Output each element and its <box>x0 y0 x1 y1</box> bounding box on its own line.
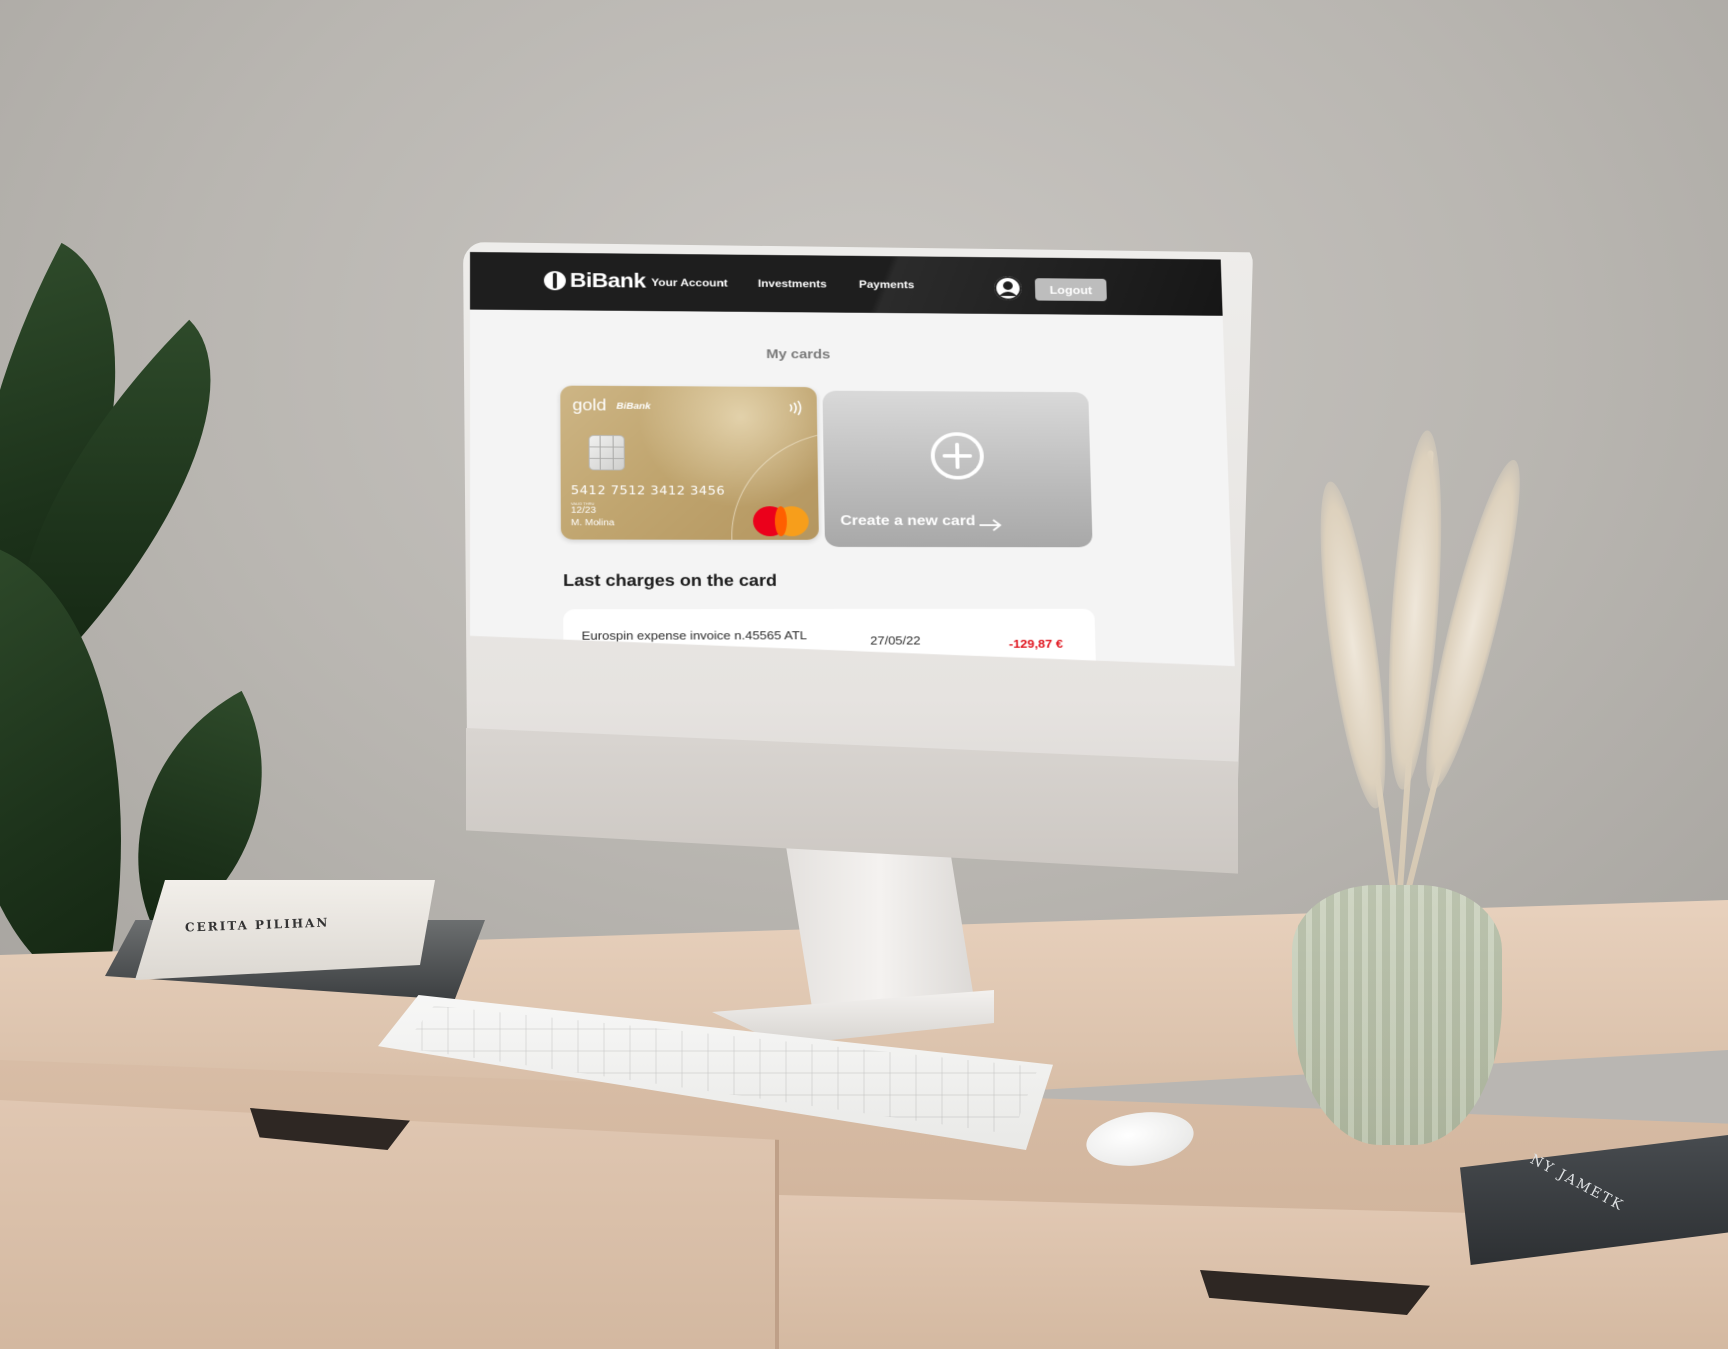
charge-amount: -129,87 € <box>1008 637 1064 651</box>
nav-your-account[interactable]: Your Account <box>651 276 728 289</box>
card-number: 5412 7512 3412 3456 <box>570 484 726 499</box>
arrow-right-icon <box>978 519 1002 531</box>
nav-payments[interactable]: Payments <box>859 278 915 291</box>
create-card-label: Create a new card <box>840 513 976 529</box>
mastercard-overlap <box>775 506 787 536</box>
top-navbar: BiBank Your Account Investments Payments… <box>470 252 1223 316</box>
card-bank: BiBank <box>616 401 651 412</box>
charge-description: Eurospin expense invoice n.45565 ATL <box>581 628 808 643</box>
card-tier: gold <box>572 396 607 414</box>
vase <box>1292 885 1502 1145</box>
screen: BiBank Your Account Investments Payments… <box>470 252 1236 705</box>
plus-circle-icon <box>929 431 985 480</box>
charge-date: 27/05/22 <box>870 633 921 648</box>
create-card-button[interactable]: Create a new card <box>822 391 1092 548</box>
logo-mark-icon <box>544 271 566 290</box>
chip-icon <box>589 435 625 470</box>
card-expiry: 12/23 <box>570 505 597 516</box>
page-title: My cards <box>766 346 831 362</box>
brand-name: BiBank <box>569 268 646 292</box>
charges-section-title: Last charges on the card <box>563 571 777 590</box>
gold-card[interactable]: gold BiBank 5412 7512 3412 3456 VALID TH… <box>560 386 819 540</box>
user-avatar-icon[interactable] <box>994 276 1022 300</box>
contactless-icon <box>787 399 805 417</box>
monitor-stand <box>785 840 975 1005</box>
logout-button[interactable]: Logout <box>1035 278 1107 301</box>
bibank-logo[interactable]: BiBank <box>544 268 646 292</box>
nav-investments[interactable]: Investments <box>758 277 827 290</box>
card-holder: M. Molina <box>570 518 615 529</box>
mastercard-icon <box>753 506 811 536</box>
